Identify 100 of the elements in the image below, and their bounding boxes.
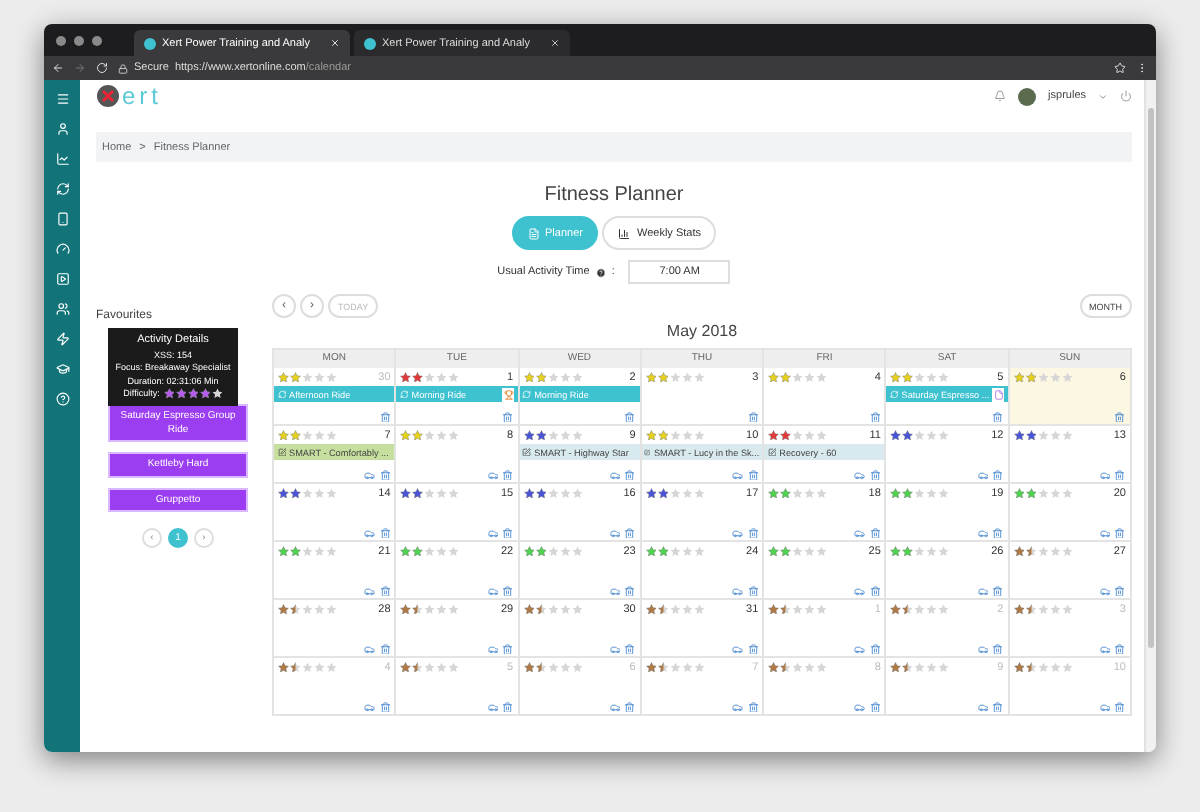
trash-icon[interactable]: [379, 527, 391, 538]
car-icon[interactable]: [732, 643, 744, 654]
trash-icon[interactable]: [747, 469, 759, 480]
car-icon[interactable]: [854, 527, 866, 538]
trash-icon[interactable]: [869, 469, 881, 480]
car-icon[interactable]: [487, 643, 499, 654]
help-icon[interactable]: [55, 392, 69, 406]
trash-icon[interactable]: [624, 643, 636, 654]
trash-icon[interactable]: [1114, 527, 1126, 538]
file-badge[interactable]: [992, 387, 1005, 401]
trash-icon[interactable]: [747, 701, 759, 712]
trash-icon[interactable]: [992, 585, 1004, 596]
gauge-icon[interactable]: [55, 242, 69, 256]
refresh-icon[interactable]: [55, 182, 69, 196]
trash-icon[interactable]: [869, 585, 881, 596]
edit-icon: [522, 447, 532, 457]
lightning-icon[interactable]: [55, 332, 69, 346]
car-icon[interactable]: [364, 643, 376, 654]
trash-icon[interactable]: [379, 469, 391, 480]
car-icon[interactable]: [977, 527, 989, 538]
car-icon[interactable]: [854, 585, 866, 596]
trash-icon[interactable]: [992, 469, 1004, 480]
trash-icon[interactable]: [1114, 585, 1126, 596]
trash-icon[interactable]: [502, 411, 514, 422]
trash-icon[interactable]: [379, 585, 391, 596]
power-icon[interactable]: [1120, 90, 1132, 102]
car-icon[interactable]: [977, 585, 989, 596]
car-icon[interactable]: [487, 469, 499, 480]
trash-icon[interactable]: [1114, 701, 1126, 712]
car-icon[interactable]: [1099, 585, 1111, 596]
refresh-icon: [889, 389, 899, 399]
trash-icon[interactable]: [869, 411, 881, 422]
trash-icon[interactable]: [992, 411, 1004, 422]
play-icon[interactable]: [55, 272, 69, 286]
trash-icon[interactable]: [502, 469, 514, 480]
trash-icon[interactable]: [624, 585, 636, 596]
trash-icon[interactable]: [869, 527, 881, 538]
user-icon[interactable]: [55, 122, 69, 136]
trash-icon[interactable]: [747, 585, 759, 596]
car-icon[interactable]: [487, 585, 499, 596]
car-icon[interactable]: [609, 585, 621, 596]
car-icon[interactable]: [1099, 469, 1111, 480]
trash-icon[interactable]: [502, 643, 514, 654]
car-icon[interactable]: [977, 701, 989, 712]
trash-icon[interactable]: [1114, 469, 1126, 480]
trash-icon[interactable]: [502, 701, 514, 712]
line-chart-icon[interactable]: [55, 152, 69, 166]
trash-icon[interactable]: [624, 701, 636, 712]
car-icon[interactable]: [364, 585, 376, 596]
car-icon[interactable]: [977, 643, 989, 654]
trash-icon[interactable]: [624, 527, 636, 538]
car-icon[interactable]: [732, 469, 744, 480]
trash-icon[interactable]: [869, 643, 881, 654]
site-icon: [364, 37, 376, 49]
lock-icon: [118, 63, 128, 73]
trash-icon[interactable]: [1114, 643, 1126, 654]
trash-icon[interactable]: [992, 643, 1004, 654]
bell-icon[interactable]: [994, 90, 1007, 102]
trash-icon[interactable]: [747, 527, 759, 538]
car-icon[interactable]: [364, 527, 376, 538]
car-icon[interactable]: [1099, 643, 1111, 654]
star-outline-icon: [1114, 62, 1126, 74]
refresh-icon: [522, 389, 532, 399]
trash-icon[interactable]: [379, 701, 391, 712]
car-icon[interactable]: [1099, 527, 1111, 538]
trash-icon[interactable]: [1114, 411, 1126, 422]
menu-icon[interactable]: [55, 92, 69, 106]
car-icon[interactable]: [732, 701, 744, 712]
trash-icon[interactable]: [379, 411, 391, 422]
trash-icon[interactable]: [992, 527, 1004, 538]
trash-icon[interactable]: [502, 585, 514, 596]
car-icon[interactable]: [732, 585, 744, 596]
graduation-cap-icon[interactable]: [55, 362, 69, 376]
trophy-badge[interactable]: [502, 387, 515, 401]
car-icon[interactable]: [1099, 701, 1111, 712]
trash-icon[interactable]: [747, 411, 759, 422]
trash-icon[interactable]: [869, 701, 881, 712]
car-icon[interactable]: [609, 643, 621, 654]
help-icon: [595, 267, 606, 277]
trash-icon[interactable]: [624, 469, 636, 480]
car-icon[interactable]: [977, 469, 989, 480]
car-icon[interactable]: [487, 527, 499, 538]
phone-icon[interactable]: [55, 212, 69, 226]
car-icon[interactable]: [487, 701, 499, 712]
trash-icon[interactable]: [992, 701, 1004, 712]
trash-icon[interactable]: [624, 411, 636, 422]
trash-icon[interactable]: [502, 527, 514, 538]
car-icon[interactable]: [609, 527, 621, 538]
car-icon[interactable]: [854, 701, 866, 712]
car-icon[interactable]: [609, 701, 621, 712]
users-icon[interactable]: [55, 302, 69, 316]
back-icon: [52, 62, 64, 74]
car-icon[interactable]: [364, 469, 376, 480]
trash-icon[interactable]: [379, 643, 391, 654]
trash-icon[interactable]: [747, 643, 759, 654]
car-icon[interactable]: [732, 527, 744, 538]
car-icon[interactable]: [854, 643, 866, 654]
car-icon[interactable]: [854, 469, 866, 480]
car-icon[interactable]: [364, 701, 376, 712]
car-icon[interactable]: [609, 469, 621, 480]
